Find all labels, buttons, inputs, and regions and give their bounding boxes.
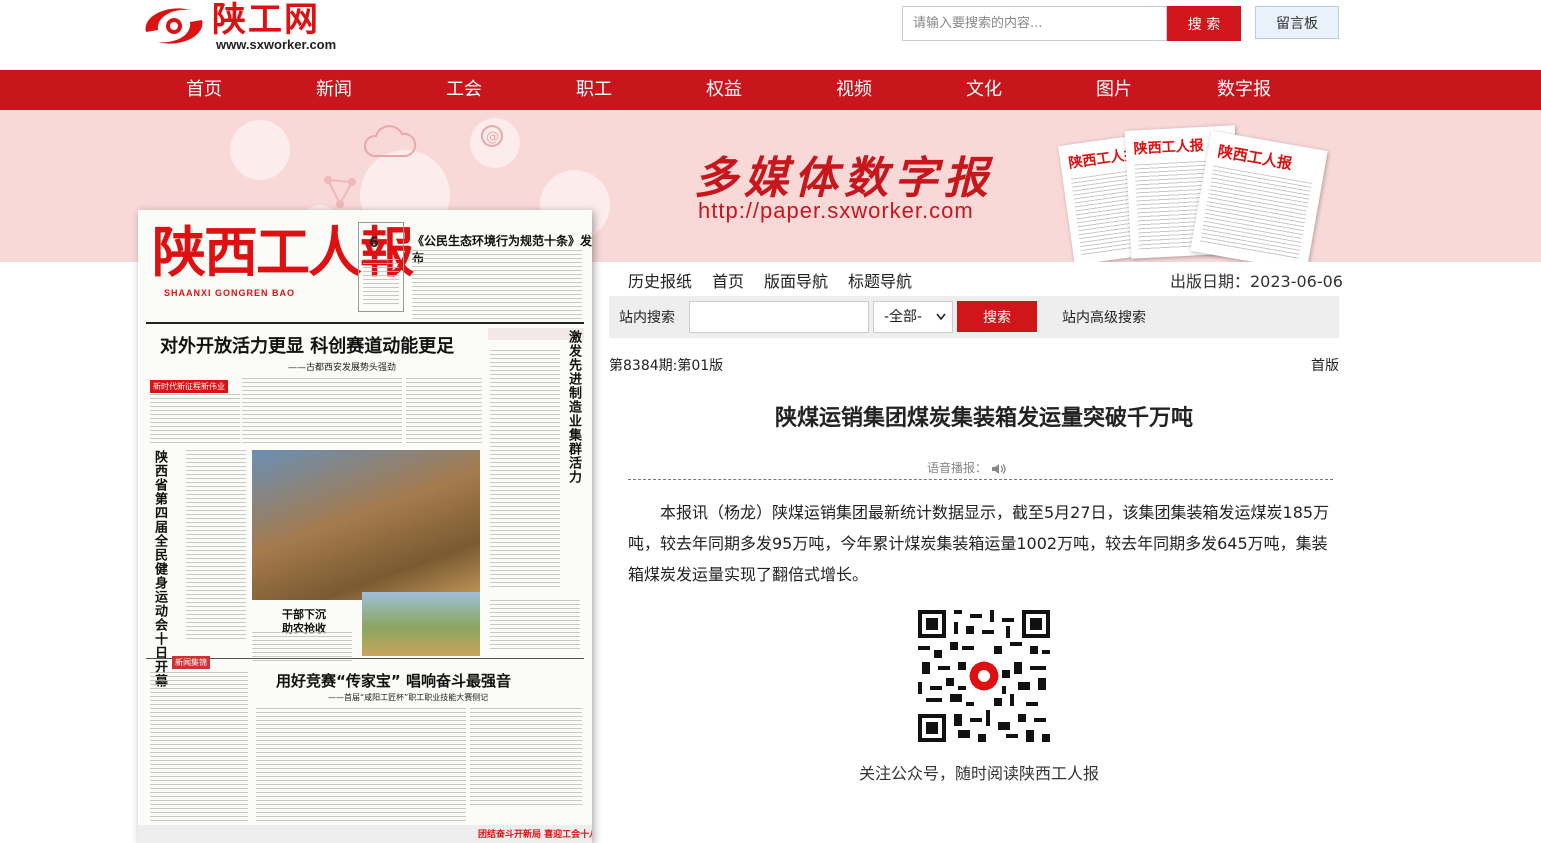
- site-search-bar: 站内搜索 -全部- 搜索 站内高级搜索: [609, 296, 1339, 338]
- paper-date-box: 6: [358, 222, 404, 312]
- newspaper-stack-image: 陕西工人报: [1190, 130, 1328, 262]
- qr-code-image: [918, 610, 1050, 742]
- site-search-scope-value: -全部-: [884, 309, 923, 325]
- paper-masthead-en: SHAANXI GONGREN BAO: [164, 288, 296, 298]
- paper-text-block: [470, 708, 582, 808]
- svg-text:@: @: [486, 130, 499, 145]
- site-search-input[interactable]: [689, 301, 869, 333]
- at-sign-icon: @: [481, 125, 503, 147]
- newspaper-page-image[interactable]: 陕西工人報 SHAANXI GONGREN BAO 6 《公民生态环境行为规范十…: [138, 210, 592, 843]
- logo-text: 陕工网: [212, 0, 320, 40]
- paper-vertical-title-2: 激发先进制造业集群活力: [566, 330, 581, 484]
- speech-label: 语音播报：: [927, 461, 988, 475]
- nav-item-epaper[interactable]: 数字报: [1199, 70, 1289, 110]
- paper-text-block: [186, 450, 246, 640]
- paper-subhead-2: ——古都西安发展势头强劲: [288, 363, 397, 373]
- paper-vertical-title-1: 陕西省第四届全民健身运动会十日开幕: [152, 450, 167, 688]
- network-icon: [324, 176, 356, 208]
- logo-swirl-icon: [145, 8, 203, 44]
- paper-text-block: [150, 394, 240, 444]
- newspaper-logo-mark: 陕西工人报: [1133, 137, 1205, 158]
- paper-headline-2: 对外开放活力更显 科创赛道动能更足: [160, 336, 455, 357]
- advanced-search-link[interactable]: 站内高级搜索: [1062, 307, 1146, 327]
- main-nav: 首页 新闻 工会 职工 权益 视频 文化 图片 数字报: [0, 70, 1541, 110]
- article-body: 本报讯（杨龙）陕煤运销集团最新统计数据显示，截至5月27日，该集团集装箱发运煤炭…: [628, 503, 1330, 584]
- paper-date-text: [363, 259, 399, 305]
- speaker-icon[interactable]: [991, 463, 1007, 475]
- site-header: 陕工网 www.sxworker.com 搜 索 留言板: [0, 0, 1541, 70]
- paper-subhead-3: ——首届“咸阳工匠杯”职工职业技能大赛侧记: [328, 693, 489, 702]
- site-logo[interactable]: 陕工网 www.sxworker.com: [138, 0, 338, 56]
- article-divider: [628, 479, 1333, 480]
- article-title: 陕煤运销集团煤炭集装箱发运量突破千万吨: [774, 406, 1193, 431]
- publication-date: 出版日期：2023-06-06: [1170, 272, 1343, 291]
- edition-page-name[interactable]: 首版: [1311, 355, 1339, 375]
- banner-title: 多媒体数字报: [694, 153, 994, 204]
- paper-divider: [146, 322, 584, 324]
- speech-broadcast: 语音播报：: [927, 459, 1007, 476]
- chevron-down-icon: [936, 313, 946, 321]
- paper-text-block: [406, 378, 482, 444]
- site-search-scope-select[interactable]: -全部-: [873, 301, 953, 333]
- paper-date-day: 6: [369, 235, 379, 251]
- paper-text-block: [490, 350, 560, 590]
- paper-section-tag: 新闻集锦: [172, 656, 210, 669]
- edition-info: 第8384期:第01版: [609, 358, 724, 374]
- nav-item-culture[interactable]: 文化: [939, 70, 1029, 110]
- nav-item-workers[interactable]: 职工: [549, 70, 639, 110]
- nav-item-pictures[interactable]: 图片: [1069, 70, 1159, 110]
- paper-text-block: [242, 378, 402, 444]
- paper-photo-small: [362, 592, 480, 656]
- nav-item-news[interactable]: 新闻: [289, 70, 379, 110]
- paper-footer-strip: 团结奋斗开新局 喜迎工会十八大: [138, 825, 592, 843]
- nav-item-rights[interactable]: 权益: [679, 70, 769, 110]
- paper-text-block: [256, 708, 466, 822]
- guestbook-button[interactable]: 留言板: [1255, 6, 1339, 39]
- tab-history[interactable]: 历史报纸: [628, 268, 692, 292]
- paper-section-tag: 新时代新征程新伟业: [150, 380, 228, 393]
- paper-footer-banner: 团结奋斗开新局 喜迎工会十八大: [478, 830, 592, 840]
- site-search-label: 站内搜索: [619, 310, 675, 326]
- nav-item-home[interactable]: 首页: [159, 70, 249, 110]
- paper-text-block: [150, 672, 248, 822]
- qr-caption: 关注公众号，随时阅读陕西工人报: [858, 764, 1099, 783]
- search-button[interactable]: 搜 索: [1167, 6, 1241, 41]
- cloud-icon: [364, 125, 417, 157]
- logo-url: www.sxworker.com: [216, 37, 337, 52]
- paper-headline-3: 用好竞赛“传家宝” 唱响奋斗最强音: [276, 672, 511, 690]
- site-search-button[interactable]: 搜索: [957, 301, 1037, 332]
- nav-item-video[interactable]: 视频: [809, 70, 899, 110]
- tab-front-page[interactable]: 首页: [712, 268, 744, 292]
- banner-decoration: [230, 120, 290, 180]
- nav-item-union[interactable]: 工会: [419, 70, 509, 110]
- newspaper-text-lines: [1199, 165, 1312, 262]
- paper-divider: [146, 658, 584, 659]
- paper-text-block: [412, 250, 582, 320]
- paper-photo-harvest: [252, 450, 480, 600]
- tab-title-nav[interactable]: 标题导航: [848, 268, 912, 292]
- paper-text-block: [490, 600, 580, 650]
- banner-url[interactable]: http://paper.sxworker.com: [698, 198, 974, 224]
- search-input[interactable]: [902, 6, 1167, 41]
- tab-layout-nav[interactable]: 版面导航: [764, 268, 828, 292]
